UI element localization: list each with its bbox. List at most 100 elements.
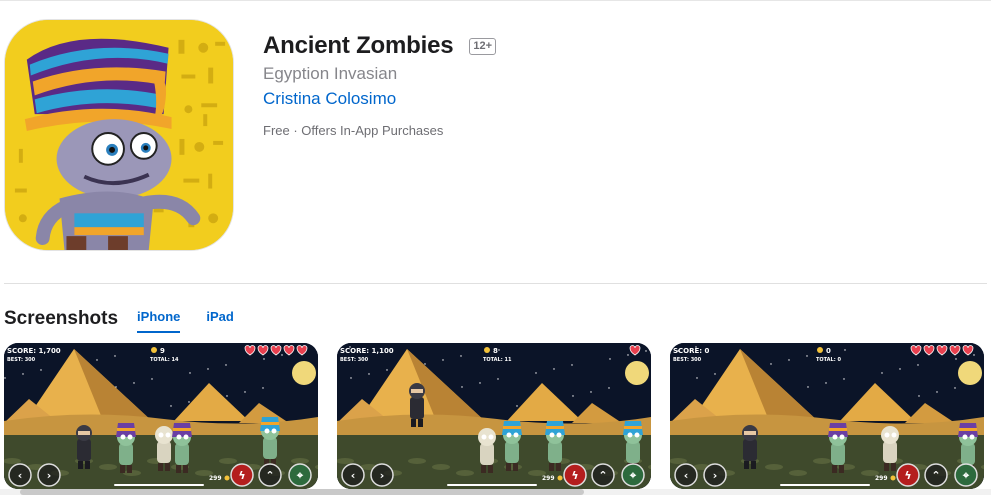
star [955,358,957,360]
jump-button-glyph: ⌃ [265,469,274,482]
zombie-eye [832,434,838,440]
score-label: SCORE: 1,100 [340,347,394,355]
ground-rock [789,470,807,476]
zombie-eye [176,434,182,440]
star [806,355,808,357]
zombie-leg [488,465,493,473]
screenshot-1[interactable]: SCORE: 1,700 BEST: 300 9 TOTAL: 14 ‹ › ϟ ⌃ ⌖ 299 [4,343,318,489]
zombie-leg [127,465,132,473]
star [189,372,191,374]
star [226,395,228,397]
zombie-eye [183,434,189,440]
star [170,405,172,407]
headdress-stripe [624,426,642,429]
zombie-leg [183,465,188,473]
star [881,372,883,374]
coin-count: 0 [826,347,831,355]
ground-rock [456,470,474,476]
star [244,391,246,393]
ground-rock [99,464,117,470]
coin-icon [557,475,563,481]
zombie-eye [839,434,845,440]
star [479,382,481,384]
ninja-leg [418,419,423,427]
ninja-leg [751,461,756,469]
star [936,391,938,393]
star [498,349,500,351]
zombie-leg [176,465,181,473]
ground-rock [432,464,450,470]
coin-icon [484,347,490,353]
tab-iphone[interactable]: iPhone [137,309,181,333]
best-label: BEST: 300 [340,357,369,363]
star [516,405,518,407]
star [262,387,264,389]
right-arrow-button-glyph: › [47,469,52,482]
left-arrow-button-glyph: ‹ [351,469,356,482]
lightning-button-glyph: ϟ [238,469,245,482]
ninja-leg [744,461,749,469]
star [714,373,716,375]
total-label: TOTAL: 14 [150,357,179,363]
screenshot-2[interactable]: SCORE: 1,100 BEST: 300 8 TOTAL: 11 ‹ › ϟ ⌃ ⌖ 299 [337,343,651,489]
screenshot-3[interactable]: SCORE: 0 BEST: 300 0 TOTAL: 0 ‹ › ϟ ⌃ ⌖ 299 [670,343,984,489]
score-label: SCORE: 0 [673,347,710,355]
zombie-leg [884,463,889,471]
home-indicator [780,484,870,486]
zombie-body [119,443,133,465]
moon [958,361,982,385]
zombie-body [505,441,519,463]
score-label: SCORE: 1,700 [7,347,61,355]
star [350,377,352,379]
ground-rock [219,458,237,464]
zombie-eye [627,432,633,438]
bottom-coin-count: 299 [542,475,555,482]
star [188,401,190,403]
zombie-body [548,441,562,463]
zombie-body [157,441,171,463]
jump-button-glyph: ⌃ [931,469,940,482]
star [645,350,647,352]
star [4,377,6,379]
star [609,358,611,360]
section-divider [4,283,987,284]
game-scene: SCORE: 0 BEST: 300 0 TOTAL: 0 ‹ › ϟ ⌃ ⌖ 299 [670,343,984,489]
star [368,373,370,375]
star [918,395,920,397]
star [386,369,388,371]
star [424,363,426,365]
star [114,355,116,357]
top-divider [0,0,991,1]
star [608,387,610,389]
zombie-eye [962,434,968,440]
star [590,391,592,393]
ground-rock [813,458,831,464]
developer-link[interactable]: Cristina Colosimo [263,86,396,112]
zombie-eye [513,432,519,438]
zombie-eye [506,432,512,438]
ninja-leg [411,419,416,427]
zombie-eye [556,432,562,438]
ninja-body [410,397,424,419]
best-label: BEST: 300 [7,357,36,363]
ground-rock [291,458,309,464]
tab-ipad[interactable]: iPad [206,309,233,333]
zombie-leg [891,463,896,471]
zombie-body [175,443,189,465]
star [263,358,265,360]
star [207,368,209,370]
star [133,382,135,384]
screenshot-strip[interactable]: SCORE: 1,700 BEST: 300 9 TOTAL: 14 ‹ › ϟ ⌃ ⌖ 299 … [4,343,991,489]
headdress-stripe [829,428,847,431]
zombie-eye [891,432,897,438]
ninja-body [743,439,757,461]
zombie-eye [271,428,277,434]
ninja-face [744,431,756,435]
star [917,364,919,366]
scrollbar-thumb[interactable] [20,489,584,495]
ninja-body [77,439,91,461]
star [553,368,555,370]
zombie-leg [165,463,170,471]
zombie-leg [120,465,125,473]
star [954,387,956,389]
